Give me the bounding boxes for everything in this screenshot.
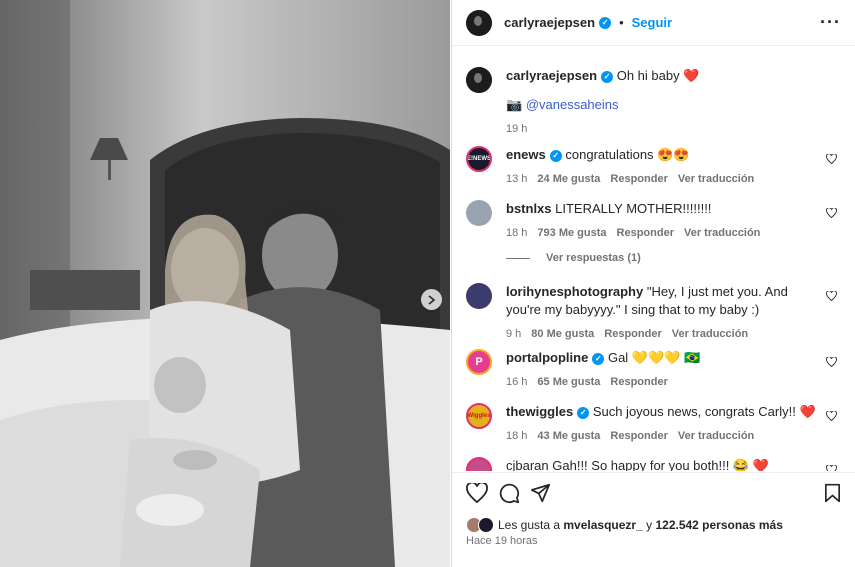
comment-likes[interactable]: 65 Me gusta <box>537 373 600 391</box>
reply-button[interactable]: Responder <box>617 224 674 242</box>
caption-username[interactable]: carlyraejepsen <box>506 68 597 83</box>
verified-icon: ✓ <box>599 16 612 29</box>
comment-username[interactable]: enews <box>506 147 546 162</box>
comment-time[interactable]: 13 h <box>506 170 527 188</box>
bookmark-icon[interactable] <box>824 483 841 503</box>
comment-likes[interactable]: 24 Me gusta <box>537 170 600 188</box>
likes-summary: Les gusta a mvelasquezr_ y 122.542 perso… <box>466 517 783 533</box>
view-replies-button[interactable]: Ver respuestas (1) <box>506 252 641 264</box>
comment-time[interactable]: 16 h <box>506 373 527 391</box>
verified-icon: ✓ <box>601 70 614 83</box>
comments-list: carlyraejepsen ✓ Oh hi baby ❤️ 📷 @vanessa… <box>452 47 855 471</box>
comment-item: lorihynesphotography "Hey, I just met yo… <box>466 283 845 343</box>
caption: carlyraejepsen ✓ Oh hi baby ❤️ 📷 @vanessa… <box>466 67 845 138</box>
avatar[interactable] <box>466 457 492 471</box>
verified-icon: ✓ <box>549 149 562 162</box>
reply-button[interactable]: Responder <box>604 325 661 343</box>
comment-username[interactable]: cjbaran <box>506 458 549 471</box>
avatar[interactable] <box>466 283 492 309</box>
comment-item: E!NEWS enews ✓ congratulations 😍😍 13 h 24 … <box>466 146 845 188</box>
photographer-link[interactable]: @vanessaheins <box>526 97 619 112</box>
heart-icon[interactable] <box>826 465 837 471</box>
reply-button[interactable]: Responder <box>610 373 667 391</box>
avatar[interactable] <box>466 67 492 93</box>
caption-text: Oh hi baby ❤️ <box>616 68 700 83</box>
translate-button[interactable]: Ver traducción <box>672 325 748 343</box>
translate-button[interactable]: Ver traducción <box>684 224 760 242</box>
post-photo <box>0 0 450 567</box>
follow-button[interactable]: Seguir <box>632 15 672 30</box>
heart-icon[interactable] <box>826 291 837 301</box>
heart-icon[interactable] <box>826 411 837 421</box>
separator-dot: • <box>619 15 624 30</box>
post-header: carlyraejepsen ✓ • Seguir ··· <box>452 0 855 46</box>
comment-text: Gal 💛💛💛 🇧🇷 <box>607 350 701 365</box>
avatar-image <box>466 9 492 36</box>
comment-item: Wiggles thewiggles ✓ Such joyous news, co… <box>466 403 845 445</box>
verified-icon: ✓ <box>592 352 605 365</box>
next-photo-button[interactable] <box>421 289 442 310</box>
heart-icon[interactable] <box>826 357 837 367</box>
likes-connector: y <box>646 518 653 532</box>
comment-item: bstnlxs LITERALLY MOTHER!!!!!!!! 18 h 793… <box>466 200 845 242</box>
avatar[interactable]: P <box>466 349 492 375</box>
translate-button[interactable]: Ver traducción <box>678 170 754 188</box>
more-options-button[interactable]: ··· <box>820 12 841 33</box>
comment-username[interactable]: portalpopline <box>506 350 588 365</box>
avatar[interactable]: Wiggles <box>466 403 492 429</box>
comment-item: cjbaran Gah!!! So happy for you both!!! … <box>466 457 845 471</box>
avatar <box>478 517 494 533</box>
comment-text: congratulations 😍😍 <box>565 147 690 162</box>
avatar[interactable] <box>466 200 492 226</box>
post-image <box>0 0 450 567</box>
caption-time[interactable]: 19 h <box>506 120 527 138</box>
comment-icon[interactable] <box>499 483 520 504</box>
reply-button[interactable]: Responder <box>610 427 667 445</box>
translate-button[interactable]: Ver traducción <box>678 427 754 445</box>
heart-icon[interactable] <box>466 483 488 503</box>
comment-item: P portalpopline ✓ Gal 💛💛💛 🇧🇷 16 h 65 Me gu… <box>466 349 845 391</box>
chevron-right-icon <box>428 294 436 305</box>
likes-prefix: Les gusta a <box>498 518 561 532</box>
avatar-image <box>466 67 492 93</box>
post-actions: Les gusta a mvelasquezr_ y 122.542 perso… <box>452 472 855 567</box>
author-username[interactable]: carlyraejepsen <box>504 15 595 30</box>
comment-text: LITERALLY MOTHER!!!!!!!! <box>555 201 712 216</box>
share-icon[interactable] <box>530 483 551 503</box>
comment-username[interactable]: thewiggles <box>506 404 573 419</box>
comment-username[interactable]: bstnlxs <box>506 201 552 216</box>
comment-time[interactable]: 18 h <box>506 427 527 445</box>
avatar[interactable]: E!NEWS <box>466 146 492 172</box>
comment-likes[interactable]: 43 Me gusta <box>537 427 600 445</box>
camera-icon: 📷 <box>506 97 523 112</box>
post-timestamp[interactable]: Hace 19 horas <box>466 535 538 547</box>
comment-likes[interactable]: 80 Me gusta <box>531 325 594 343</box>
comment-text: Gah!!! So happy for you both!!! 😂 ❤️ <box>552 458 769 471</box>
post-sidebar: carlyraejepsen ✓ • Seguir ··· carlyraeje… <box>451 0 855 567</box>
comment-time[interactable]: 9 h <box>506 325 521 343</box>
comment-time[interactable]: 18 h <box>506 224 527 242</box>
liker-username[interactable]: mvelasquezr_ <box>563 518 642 532</box>
comment-likes[interactable]: 793 Me gusta <box>537 224 606 242</box>
comment-username[interactable]: lorihynesphotography <box>506 284 643 299</box>
liker-avatars <box>466 517 496 533</box>
reply-button[interactable]: Responder <box>610 170 667 188</box>
verified-icon: ✓ <box>577 406 590 419</box>
likes-count[interactable]: 122.542 personas más <box>655 518 782 532</box>
replies-line <box>506 257 530 259</box>
view-replies-label: Ver respuestas (1) <box>546 252 641 264</box>
avatar[interactable] <box>466 9 492 36</box>
heart-icon[interactable] <box>826 208 837 218</box>
heart-icon[interactable] <box>826 154 837 164</box>
comment-text: Such joyous news, congrats Carly!! ❤️ <box>592 404 816 419</box>
